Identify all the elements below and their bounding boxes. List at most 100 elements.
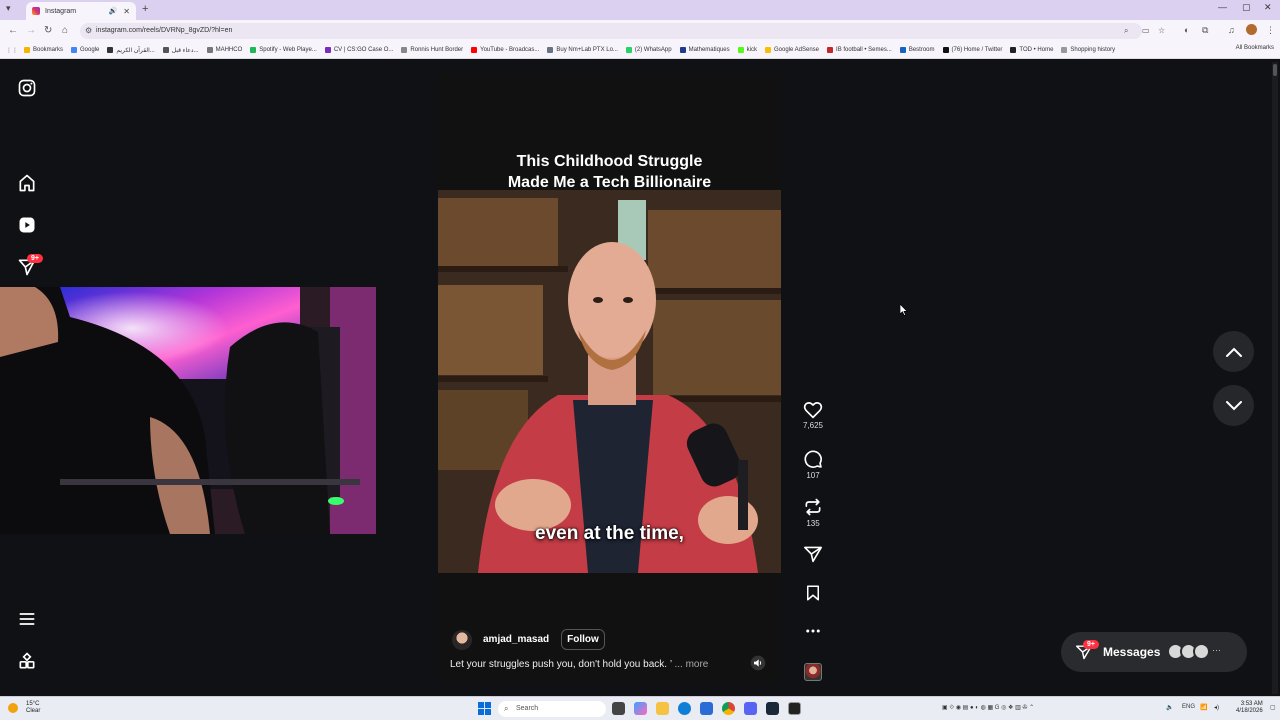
- next-reel-button[interactable]: [1213, 385, 1254, 426]
- bookmark-favicon-icon: [827, 47, 834, 53]
- chrome-menu-icon[interactable]: ⋮: [1266, 25, 1275, 36]
- edge-icon[interactable]: [678, 702, 691, 715]
- bookmark-label: Bookmarks: [33, 47, 64, 53]
- bookmark-label: MAHHCO: [215, 47, 243, 53]
- reel-player[interactable]: This Childhood Struggle Made Me a Tech B…: [438, 73, 781, 685]
- bookmark-item[interactable]: Spotify - Web Playe...: [250, 47, 317, 53]
- speaker-icon[interactable]: ◂): [1214, 704, 1219, 711]
- comment-icon[interactable]: [803, 449, 823, 469]
- repost-icon[interactable]: [803, 497, 823, 517]
- instagram-logo-icon[interactable]: [17, 78, 37, 98]
- task-view-icon[interactable]: [612, 702, 625, 715]
- bookmark-item[interactable]: Bookmarks: [24, 47, 63, 53]
- author-avatar[interactable]: [452, 629, 472, 650]
- copilot-icon[interactable]: [634, 702, 647, 715]
- browser-tab-instagram[interactable]: Instagram 🔊 ✕: [26, 2, 136, 20]
- more-dots-icon[interactable]: [804, 624, 822, 638]
- bookmark-label: Ronnis Hunt Border: [410, 47, 464, 53]
- windows-start-icon[interactable]: [478, 702, 491, 715]
- address-bar[interactable]: ⚙ instagram.com/reels/DVRNp_8gvZD/?hl=en…: [80, 23, 1165, 39]
- tab-audio-icon[interactable]: 🔊: [109, 7, 118, 15]
- menu-icon[interactable]: [17, 609, 37, 629]
- bookmark-item[interactable]: YouTube - Broadcas...: [471, 47, 539, 53]
- epic-games-icon[interactable]: [788, 702, 801, 715]
- save-action: [801, 584, 825, 602]
- clock-time: 3:53 AM: [1240, 701, 1263, 707]
- bookmark-item[interactable]: CV | CS:GO Case O...: [324, 47, 393, 53]
- new-tab-button[interactable]: +: [142, 3, 148, 15]
- zoom-icon[interactable]: ⌕: [1124, 26, 1128, 36]
- bookmark-item[interactable]: القرآن الكريم...: [107, 47, 155, 54]
- keyboard-language[interactable]: ENG: [1182, 704, 1195, 710]
- bookmark-label: القرآن الكريم...: [116, 47, 155, 54]
- volume-icon[interactable]: 🔈: [1166, 704, 1173, 711]
- extensions-puzzle-icon[interactable]: ⧉: [1202, 25, 1208, 36]
- reels-icon[interactable]: [17, 215, 37, 235]
- home-icon[interactable]: ⌂: [62, 25, 68, 36]
- bookmark-icon[interactable]: [804, 584, 822, 602]
- bookmark-item[interactable]: kick: [737, 47, 757, 53]
- network-icon[interactable]: 📶: [1200, 704, 1207, 711]
- caption-more-link[interactable]: ... more: [674, 659, 708, 670]
- bookmark-item[interactable]: Ronnis Hunt Border: [401, 47, 463, 53]
- previous-reel-button[interactable]: [1213, 331, 1254, 372]
- bookmark-item[interactable]: Bestroom: [899, 47, 935, 53]
- heart-icon[interactable]: [803, 401, 823, 419]
- cast-icon[interactable]: ▭: [1142, 26, 1150, 35]
- window-close-button[interactable]: ✕: [1264, 2, 1272, 13]
- bookmark-item[interactable]: Shopping history: [1061, 47, 1115, 53]
- bookmark-item[interactable]: Mathematiques: [679, 47, 730, 53]
- bookmark-label: Spotify - Web Playe...: [259, 47, 317, 53]
- bookmark-item[interactable]: دعاء قبل...: [162, 47, 199, 54]
- forward-button[interactable]: →: [26, 25, 36, 36]
- media-control-icon[interactable]: ♫: [1228, 25, 1235, 35]
- maximize-button[interactable]: ▢: [1242, 2, 1251, 13]
- tab-search-icon[interactable]: ▾: [6, 3, 11, 14]
- apps-grid-icon[interactable]: ⋮⋮: [6, 47, 18, 54]
- system-clock[interactable]: 3:53 AM 4/18/2026: [1236, 701, 1263, 715]
- store-icon[interactable]: [700, 702, 713, 715]
- share-paper-plane-icon[interactable]: [803, 545, 823, 563]
- bookmark-item[interactable]: Buy Nm+Lab PTX Lo...: [547, 47, 618, 53]
- audio-thumbnail[interactable]: [804, 663, 822, 681]
- reload-button[interactable]: ↻: [44, 25, 52, 36]
- discord-icon[interactable]: [744, 702, 757, 715]
- taskbar-search[interactable]: ⌕ Search: [498, 701, 606, 717]
- bookmark-item[interactable]: MAHHCO: [206, 47, 243, 53]
- bookmark-star-icon[interactable]: ☆: [1158, 26, 1165, 35]
- bookmark-favicon-icon: [250, 47, 257, 53]
- reel-video-frame[interactable]: even at the time,: [438, 190, 781, 573]
- tab-close-icon[interactable]: ✕: [123, 7, 130, 16]
- chrome-icon[interactable]: [722, 702, 735, 715]
- file-explorer-icon[interactable]: [656, 702, 669, 715]
- bookmark-item[interactable]: IB football • Semes...: [827, 47, 892, 53]
- follow-button[interactable]: Follow: [561, 629, 605, 650]
- author-username[interactable]: amjad_masad: [483, 634, 549, 645]
- bookmark-item[interactable]: Google: [71, 47, 99, 53]
- notifications-icon[interactable]: ▢: [1270, 704, 1276, 711]
- site-info-icon[interactable]: ⚙: [85, 26, 92, 35]
- clock-date: 4/18/2026: [1236, 708, 1263, 714]
- bookmark-favicon-icon: [764, 47, 771, 53]
- weather-temp: 15°C: [26, 701, 40, 707]
- message-avatar: [1193, 643, 1210, 660]
- profile-avatar[interactable]: [1246, 24, 1257, 35]
- mute-toggle-icon[interactable]: [750, 655, 766, 671]
- notification-badge: 9+: [27, 254, 43, 263]
- tray-app-icons[interactable]: ▣ ⟐ ◉ ▤ ● ◐ ◍ ▦ G ◎ ❖ ▥ ✇ ⌃: [942, 704, 1034, 712]
- page-scrollbar[interactable]: [1272, 62, 1278, 694]
- messages-button[interactable]: 9+ Messages ···: [1061, 632, 1247, 672]
- scrollbar-thumb[interactable]: [1273, 64, 1277, 76]
- all-bookmarks-button[interactable]: All Bookmarks: [1236, 45, 1274, 51]
- bookmark-item[interactable]: TOD • Home: [1010, 47, 1053, 53]
- minimize-button[interactable]: —: [1218, 2, 1227, 12]
- home-icon[interactable]: [17, 173, 37, 193]
- weather-widget[interactable]: 15°C Clear: [8, 701, 40, 715]
- extension-icon[interactable]: ◐: [1184, 25, 1189, 35]
- bookmark-item[interactable]: Google AdSense: [764, 47, 819, 53]
- bookmark-item[interactable]: (2) WhatsApp: [625, 47, 672, 53]
- steam-icon[interactable]: [766, 702, 779, 715]
- bookmark-item[interactable]: (76) Home / Twitter: [942, 47, 1002, 53]
- also-from-meta-icon[interactable]: [17, 651, 37, 671]
- back-button[interactable]: ←: [8, 25, 18, 36]
